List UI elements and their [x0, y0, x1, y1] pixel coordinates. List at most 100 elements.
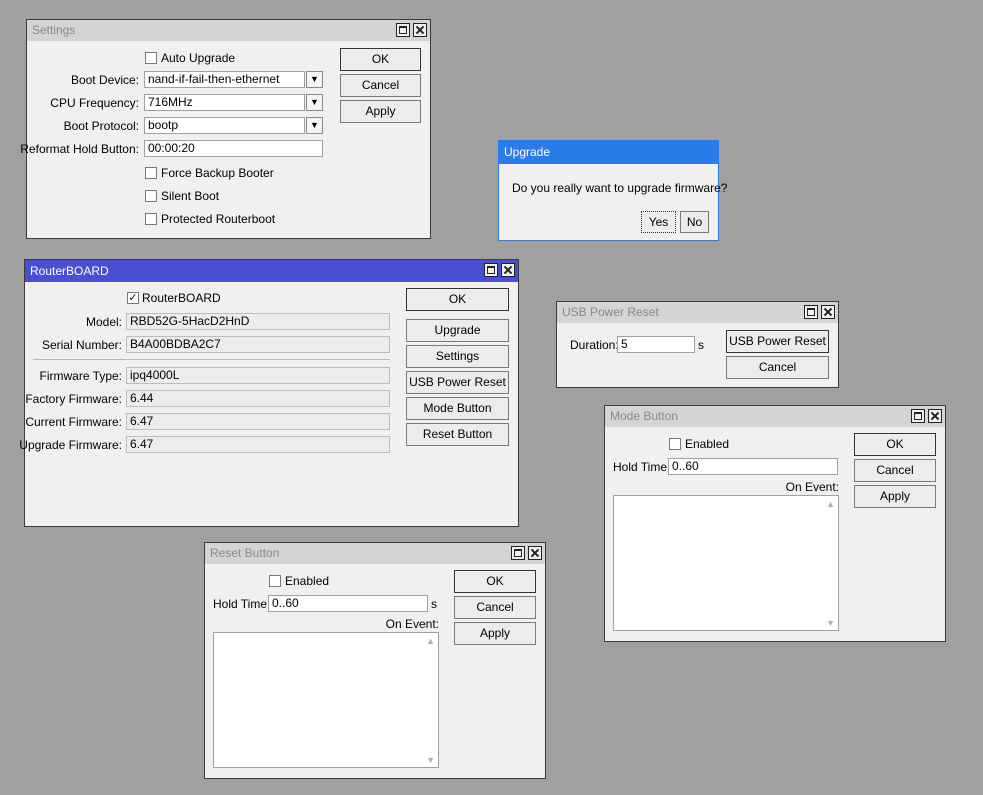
settings-button[interactable]: Settings	[406, 345, 509, 368]
routerboard-window: RouterBOARD ✓ RouterBOARD Model: RBD52G-…	[19, 259, 519, 527]
cpu-frequency-select[interactable]: 716MHz	[144, 94, 305, 111]
protected-routerboot-label: Protected Routerboot	[161, 212, 276, 226]
on-event-label: On Event:	[385, 617, 439, 631]
reset-button-button[interactable]: Reset Button	[406, 423, 509, 446]
scroll-down-icon[interactable]: ▼	[826, 618, 835, 628]
upgrade-title: Upgrade	[504, 145, 551, 159]
cancel-button[interactable]: Cancel	[454, 596, 536, 619]
hold-time-input[interactable]: 0..60	[668, 458, 838, 475]
chevron-down-icon[interactable]: ▼	[306, 117, 323, 134]
on-event-label: On Event:	[785, 480, 839, 494]
auto-upgrade-label: Auto Upgrade	[161, 51, 236, 65]
ok-button[interactable]: OK	[454, 570, 536, 593]
divider	[33, 359, 390, 360]
current-firmware-label: Current Firmware:	[25, 415, 122, 429]
reset-button-titlebar[interactable]: Reset Button	[205, 543, 545, 564]
upgrade-titlebar[interactable]: Upgrade	[499, 141, 718, 164]
apply-button[interactable]: Apply	[854, 485, 936, 508]
boot-protocol-select[interactable]: bootp	[144, 117, 305, 134]
close-icon[interactable]	[928, 409, 942, 423]
on-event-script[interactable]: ▲ ▼	[213, 632, 439, 768]
silent-boot-label: Silent Boot	[161, 189, 220, 203]
firmware-type-value: ipq4000L	[126, 367, 390, 384]
chevron-down-icon[interactable]: ▼	[306, 94, 323, 111]
firmware-type-label: Firmware Type:	[39, 369, 122, 383]
scroll-up-icon[interactable]: ▲	[426, 636, 435, 646]
hold-time-label: Hold Time:	[613, 460, 671, 474]
current-firmware-value: 6.47	[126, 413, 390, 430]
boot-protocol-label: Boot Protocol:	[63, 119, 139, 133]
apply-button[interactable]: Apply	[454, 622, 536, 645]
duration-label: Duration:	[570, 338, 619, 352]
force-backup-label: Force Backup Booter	[161, 166, 274, 180]
scroll-up-icon[interactable]: ▲	[826, 499, 835, 509]
mode-button-titlebar[interactable]: Mode Button	[605, 406, 945, 427]
cpu-frequency-label: CPU Frequency:	[50, 96, 139, 110]
protected-routerboot-checkbox[interactable]	[145, 213, 157, 225]
usb-power-reset-button[interactable]: USB Power Reset	[726, 330, 829, 353]
enabled-checkbox[interactable]	[269, 575, 281, 587]
close-icon[interactable]	[528, 546, 542, 560]
boot-device-select[interactable]: nand-if-fail-then-ethernet	[144, 71, 305, 88]
routerboard-title: RouterBOARD	[30, 264, 109, 278]
serial-number-label: Serial Number:	[41, 338, 122, 352]
mode-button-window: Mode Button Enabled Hold Time: 0..60 On …	[604, 405, 946, 642]
hold-time-input[interactable]: 0..60	[268, 595, 428, 612]
enabled-label: Enabled	[685, 437, 730, 451]
upgrade-dialog: Upgrade Do you really want to upgrade fi…	[498, 140, 727, 241]
upgrade-button[interactable]: Upgrade	[406, 319, 509, 342]
model-value: RBD52G-5HacD2HnD	[126, 313, 390, 330]
enabled-checkbox[interactable]	[669, 438, 681, 450]
on-event-script[interactable]: ▲ ▼	[613, 495, 839, 631]
chevron-down-icon[interactable]: ▼	[306, 71, 323, 88]
cancel-button[interactable]: Cancel	[854, 459, 936, 482]
settings-title: Settings	[32, 23, 76, 37]
maximize-icon[interactable]	[396, 23, 410, 37]
close-icon[interactable]	[821, 305, 835, 319]
reformat-hold-input[interactable]: 00:00:20	[144, 140, 323, 157]
ok-button[interactable]: OK	[340, 48, 421, 71]
yes-button[interactable]: Yes	[641, 211, 676, 233]
duration-unit: s	[698, 338, 704, 352]
cancel-button[interactable]: Cancel	[726, 356, 829, 379]
settings-titlebar[interactable]: Settings	[27, 20, 430, 41]
usb-power-reset-title: USB Power Reset	[562, 305, 659, 319]
boot-device-label: Boot Device:	[70, 73, 139, 87]
close-icon[interactable]	[501, 263, 515, 277]
cancel-button[interactable]: Cancel	[340, 74, 421, 97]
upgrade-firmware-label: Upgrade Firmware:	[19, 438, 122, 452]
routerboard-checkbox[interactable]: ✓	[127, 292, 139, 304]
reset-button-title: Reset Button	[210, 546, 280, 560]
usb-power-reset-button[interactable]: USB Power Reset	[406, 371, 509, 394]
enabled-label: Enabled	[285, 574, 330, 588]
hold-time-unit: s	[431, 597, 437, 611]
ok-button[interactable]: OK	[854, 433, 936, 456]
duration-input[interactable]: 5	[617, 336, 695, 353]
model-label: Model:	[85, 315, 122, 329]
factory-firmware-value: 6.44	[126, 390, 390, 407]
factory-firmware-label: Factory Firmware:	[25, 392, 122, 406]
mode-button-title: Mode Button	[610, 409, 679, 423]
maximize-icon[interactable]	[484, 263, 498, 277]
reformat-hold-label: Reformat Hold Button:	[20, 142, 139, 156]
serial-number-value: B4A00BDBA2C7	[126, 336, 390, 353]
force-backup-checkbox[interactable]	[145, 167, 157, 179]
upgrade-message: Do you really want to upgrade firmware?	[512, 181, 728, 195]
scroll-down-icon[interactable]: ▼	[426, 755, 435, 765]
maximize-icon[interactable]	[804, 305, 818, 319]
apply-button[interactable]: Apply	[340, 100, 421, 123]
usb-power-reset-titlebar[interactable]: USB Power Reset	[557, 302, 838, 323]
ok-button[interactable]: OK	[406, 288, 509, 311]
reset-button-window: Reset Button Enabled Hold Time: 0..60 s …	[204, 542, 546, 779]
close-icon[interactable]	[413, 23, 427, 37]
maximize-icon[interactable]	[911, 409, 925, 423]
auto-upgrade-checkbox[interactable]	[145, 52, 157, 64]
hold-time-label: Hold Time:	[213, 597, 271, 611]
maximize-icon[interactable]	[511, 546, 525, 560]
upgrade-firmware-value: 6.47	[126, 436, 390, 453]
silent-boot-checkbox[interactable]	[145, 190, 157, 202]
no-button[interactable]: No	[680, 211, 709, 233]
usb-power-reset-window: USB Power Reset Duration: 5 s USB Power …	[556, 301, 839, 388]
mode-button-button[interactable]: Mode Button	[406, 397, 509, 420]
routerboard-titlebar[interactable]: RouterBOARD	[25, 260, 518, 282]
